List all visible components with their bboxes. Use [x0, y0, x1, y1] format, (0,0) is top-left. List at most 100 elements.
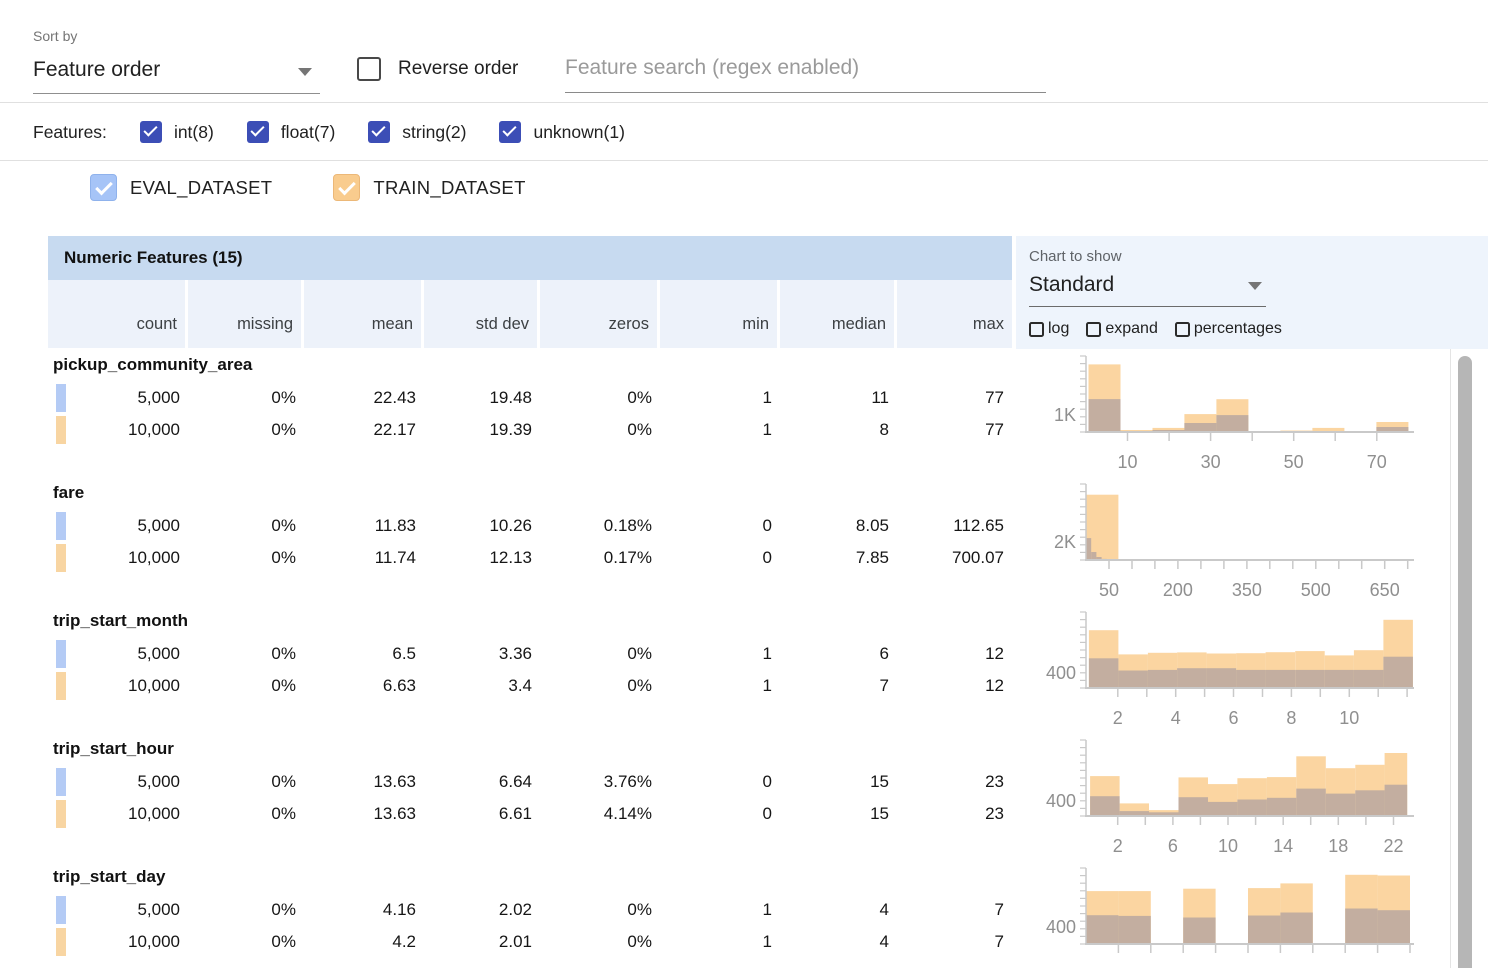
checkbox-unchecked-icon	[1029, 322, 1044, 337]
stat-cell-count: 10,000	[48, 798, 188, 830]
feature-name: fare	[48, 480, 1012, 510]
chart-toggle-percentages[interactable]: percentages	[1175, 320, 1282, 338]
histogram-bar-eval	[1267, 798, 1296, 816]
feature-name: trip_start_day	[48, 864, 1012, 894]
dataset-color-chip	[56, 672, 66, 700]
stat-cell-zeros: 0%	[540, 638, 660, 670]
feature-block-pickup_community_area: pickup_community_area5,0000%22.4319.480%…	[48, 352, 1012, 480]
stat-cell-missing: 0%	[188, 382, 304, 414]
histogram-bar-eval	[1378, 910, 1410, 944]
histogram-bar-eval	[1091, 552, 1096, 560]
chart-slot-trip_start_hour: 2610141822400	[1016, 736, 1450, 864]
stat-cell-std dev: 3.36	[424, 638, 540, 670]
vertical-scrollbar[interactable]	[1458, 356, 1472, 968]
sort-by-select[interactable]: Feature order	[33, 54, 320, 94]
feature-type-checkbox-unknown-1-[interactable]: unknown(1)	[499, 121, 624, 143]
stat-cell-max: 77	[897, 382, 1012, 414]
reverse-order-label: Reverse order	[398, 58, 518, 80]
x-tick-label: 2	[1113, 836, 1123, 856]
search-input[interactable]	[565, 50, 1046, 93]
chevron-down-icon	[298, 68, 312, 76]
histogram-bar-eval	[1237, 800, 1267, 817]
stats-row-EVAL_DATASET: 5,0000%4.162.020%147	[48, 894, 1012, 926]
x-tick-label: 350	[1232, 580, 1262, 600]
chart-toggle-log[interactable]: log	[1029, 320, 1069, 338]
stat-cell-mean: 4.2	[304, 926, 424, 958]
feature-search	[565, 50, 1046, 93]
checkbox-checked-icon	[140, 121, 162, 143]
dataset-checkbox-TRAIN_DATASET[interactable]: TRAIN_DATASET	[333, 174, 525, 201]
feature-block-fare: fare5,0000%11.8310.260.18%08.05112.6510,…	[48, 480, 1012, 608]
stat-cell-missing: 0%	[188, 926, 304, 958]
stat-cell-zeros: 0%	[540, 926, 660, 958]
table-title: Numeric Features (15)	[64, 248, 243, 267]
reverse-order-checkbox[interactable]: Reverse order	[357, 57, 518, 81]
histogram-bar-eval	[1148, 670, 1177, 688]
feature-blocks: pickup_community_area5,0000%22.4319.480%…	[48, 352, 1012, 968]
sort-by-value: Feature order	[33, 58, 160, 81]
x-tick-label: 650	[1370, 580, 1400, 600]
x-tick-label: 18	[1328, 836, 1348, 856]
chart-panel: Chart to show Standard log expand percenta…	[1016, 236, 1488, 349]
chart-type-select[interactable]: Standard	[1029, 270, 1266, 307]
stats-row-EVAL_DATASET: 5,0000%6.53.360%1612	[48, 638, 1012, 670]
feature-type-checkbox-float-7-[interactable]: float(7)	[247, 121, 335, 143]
feature-type-label: int(8)	[174, 122, 214, 143]
stat-cell-missing: 0%	[188, 542, 304, 574]
chart-slot-trip_start_day: 400	[1016, 864, 1450, 968]
stat-cell-missing: 0%	[188, 798, 304, 830]
stats-row-EVAL_DATASET: 5,0000%13.636.643.76%01523	[48, 766, 1012, 798]
column-header-missing: missing	[188, 280, 304, 348]
x-tick-label: 500	[1301, 580, 1331, 600]
stat-cell-zeros: 0%	[540, 414, 660, 446]
dataset-color-chip	[56, 544, 66, 572]
stat-cell-missing: 0%	[188, 766, 304, 798]
stat-cell-count: 5,000	[48, 510, 188, 542]
dataset-checkbox-EVAL_DATASET[interactable]: EVAL_DATASET	[90, 174, 272, 201]
chart-toggle-expand[interactable]: expand	[1086, 320, 1158, 338]
stat-cell-median: 7.85	[780, 542, 897, 574]
chart-slot-fare: 502003505006502K	[1016, 480, 1450, 608]
column-header-max: max	[897, 280, 1012, 348]
column-header-mean: mean	[304, 280, 424, 348]
divider	[0, 160, 1488, 161]
stat-cell-max: 77	[897, 414, 1012, 446]
chart-toggle-label: percentages	[1194, 320, 1282, 338]
x-tick-label: 10	[1339, 708, 1359, 728]
checkbox-checked-icon	[90, 174, 117, 201]
stat-cell-std dev: 6.64	[424, 766, 540, 798]
dataset-color-chip	[56, 896, 66, 924]
chart-toggle-label: log	[1048, 320, 1069, 338]
stat-cell-min: 0	[660, 510, 780, 542]
dataset-color-chip	[56, 928, 66, 956]
stat-cell-max: 12	[897, 670, 1012, 702]
stat-cell-max: 7	[897, 926, 1012, 958]
y-axis-label: 400	[1046, 663, 1076, 683]
histogram-bar-eval	[1179, 797, 1209, 816]
stat-cell-mean: 22.17	[304, 414, 424, 446]
feature-type-checkbox-string-2-[interactable]: string(2)	[368, 121, 466, 143]
chart-to-show-label: Chart to show	[1029, 248, 1122, 265]
stat-cell-missing: 0%	[188, 510, 304, 542]
facets-overview-page: Sort by Feature order Reverse order Feat…	[0, 0, 1488, 968]
stat-cell-min: 1	[660, 926, 780, 958]
x-tick-label: 2	[1113, 708, 1123, 728]
feature-type-label: string(2)	[402, 122, 466, 143]
stat-cell-std dev: 6.61	[424, 798, 540, 830]
y-axis-label: 1K	[1054, 405, 1076, 425]
column-header-zeros: zeros	[540, 280, 660, 348]
histogram-bar-eval	[1325, 670, 1354, 688]
stat-cell-median: 7	[780, 670, 897, 702]
checkbox-checked-icon	[247, 121, 269, 143]
column-header-min: min	[660, 280, 780, 348]
sort-by-label: Sort by	[33, 28, 77, 44]
stat-cell-std dev: 12.13	[424, 542, 540, 574]
feature-type-checkbox-int-8-[interactable]: int(8)	[140, 121, 214, 143]
stat-cell-count: 5,000	[48, 638, 188, 670]
stat-cell-zeros: 0.17%	[540, 542, 660, 574]
histogram-bar-eval	[1236, 670, 1266, 688]
histogram-bar-eval	[1208, 802, 1237, 816]
stat-cell-zeros: 3.76%	[540, 766, 660, 798]
histogram-pickup_community_area: 103050701K	[1016, 352, 1450, 480]
histogram-bar-eval	[1207, 668, 1237, 688]
